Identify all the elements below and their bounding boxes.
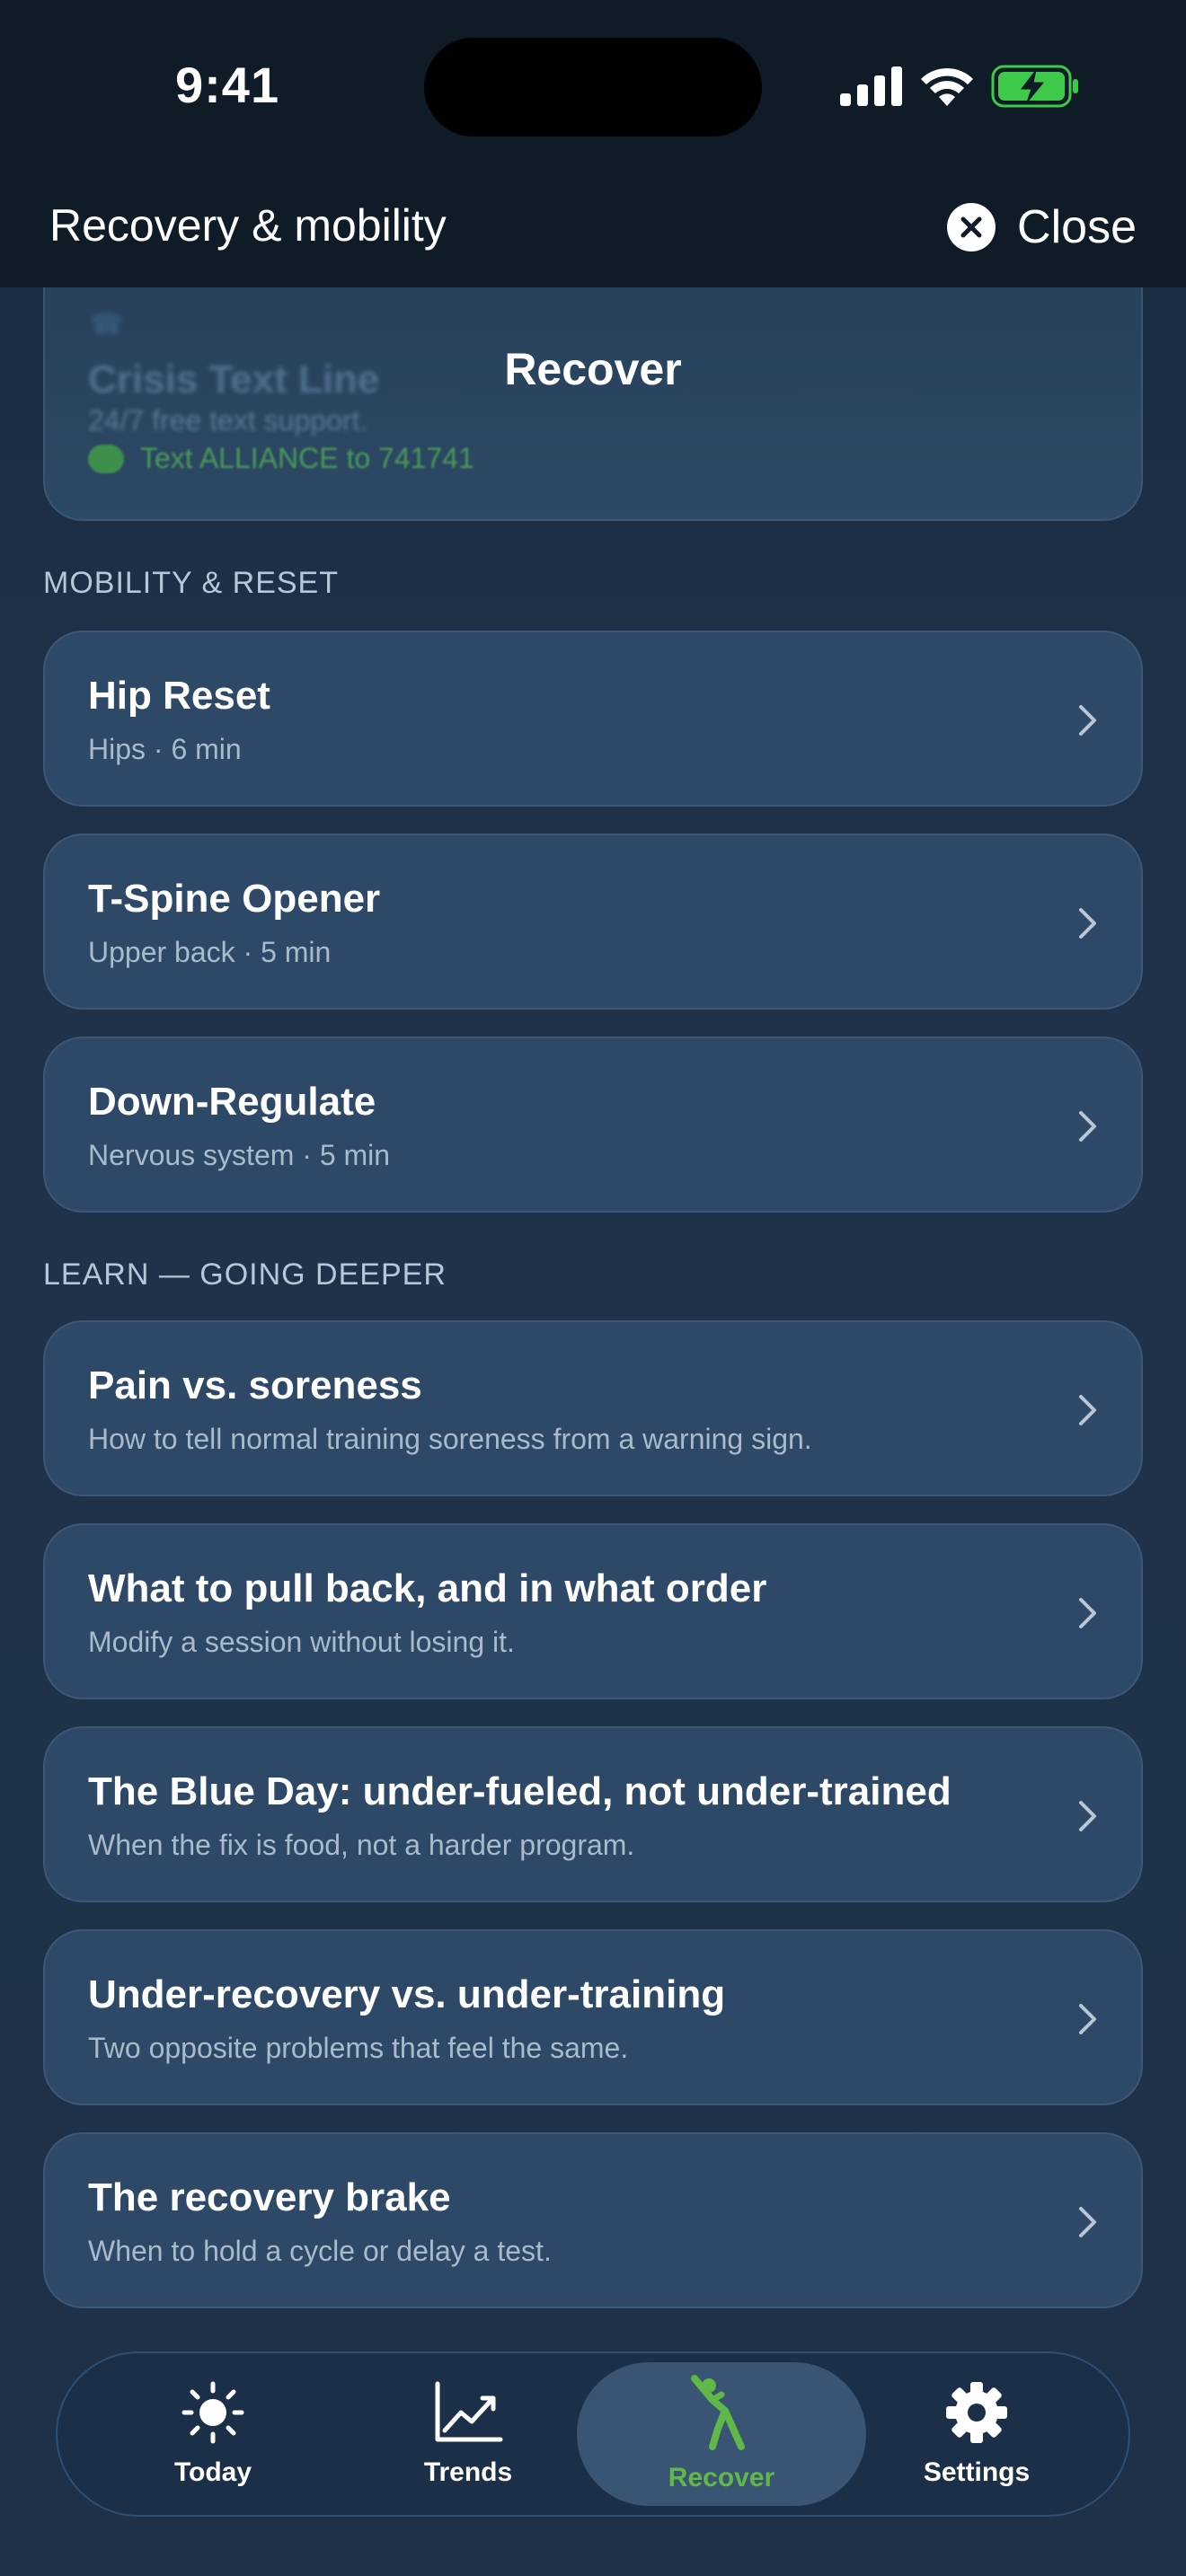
tab-label: Today — [173, 2457, 252, 2487]
sun-icon — [181, 2381, 244, 2444]
tab-label: Trends — [423, 2457, 513, 2487]
list-item-pain-vs-soreness[interactable]: Pain vs. soreness How to tell normal tra… — [43, 1320, 1143, 1496]
item-subtitle: Hips · 6 min — [88, 733, 242, 765]
chevron-right-icon — [1079, 1111, 1096, 1142]
close-button[interactable]: Close — [947, 196, 1137, 259]
status-time: 9:41 — [175, 57, 280, 113]
chevron-right-icon — [1079, 705, 1096, 736]
chevron-right-icon — [1079, 2207, 1096, 2237]
chevron-right-icon — [1079, 1801, 1096, 1831]
item-title: T-Spine Opener — [88, 877, 381, 921]
stretch-figure-icon — [691, 2375, 745, 2450]
item-title: Under-recovery vs. under-training — [88, 1972, 726, 2016]
tab-trends[interactable]: Trends — [323, 2362, 613, 2506]
item-subtitle: Upper back · 5 min — [88, 936, 332, 968]
section-label-mobility: MOBILITY & RESET — [43, 566, 340, 600]
item-title: The Blue Day: under-fueled, not under-tr… — [88, 1769, 951, 1813]
list-item-blue-day[interactable]: The Blue Day: under-fueled, not under-tr… — [43, 1726, 1143, 1902]
item-title: Pain vs. soreness — [88, 1363, 422, 1407]
item-subtitle: Nervous system · 5 min — [88, 1139, 391, 1171]
wifi-icon — [921, 67, 973, 106]
item-title: What to pull back, and in what order — [88, 1566, 767, 1610]
tab-settings[interactable]: Settings — [832, 2362, 1121, 2506]
list-item-recovery-brake[interactable]: The recovery brake When to hold a cycle … — [43, 2132, 1143, 2308]
chevron-right-icon — [1079, 1395, 1096, 1425]
item-title: The recovery brake — [88, 2175, 451, 2219]
chevron-right-icon — [1079, 1598, 1096, 1628]
list-item-hip-reset[interactable]: Hip Reset Hips · 6 min — [43, 631, 1143, 807]
dynamic-island — [424, 38, 762, 137]
crisis-text-action[interactable]: Text ALLIANCE to 741741 — [88, 442, 474, 475]
crisis-previous-line: ☎ — [90, 310, 124, 340]
close-label: Close — [1017, 201, 1137, 253]
list-item-what-to-pull-back[interactable]: What to pull back, and in what order Mod… — [43, 1523, 1143, 1699]
list-item-t-spine-opener[interactable]: T-Spine Opener Upper back · 5 min — [43, 834, 1143, 1010]
status-bar: 9:41 — [0, 0, 1186, 180]
tab-recover[interactable]: Recover — [577, 2362, 866, 2506]
list-item-down-regulate[interactable]: Down-Regulate Nervous system · 5 min — [43, 1037, 1143, 1213]
item-subtitle: When to hold a cycle or delay a test. — [88, 2235, 552, 2267]
scroll-content[interactable]: ☎ Crisis Text Line 24/7 free text suppor… — [0, 251, 1186, 2576]
item-subtitle: Two opposite problems that feel the same… — [88, 2032, 629, 2064]
sheet-title: Recovery & mobility — [49, 200, 447, 251]
top-bar: 9:41 Recovery & mobility Close — [0, 0, 1186, 287]
page-title: Recover — [504, 344, 682, 394]
chevron-right-icon — [1079, 908, 1096, 939]
tab-bar: Today Trends Recover Settings — [56, 2351, 1130, 2517]
gear-icon — [946, 2382, 1007, 2443]
chevron-right-icon — [1079, 2004, 1096, 2034]
cellular-signal-icon — [840, 66, 902, 106]
crisis-action-label: Text ALLIANCE to 741741 — [140, 442, 474, 474]
tab-label: Settings — [923, 2457, 1031, 2487]
trend-chart-icon — [435, 2381, 503, 2442]
sheet-header: Recovery & mobility Close — [0, 180, 1186, 287]
crisis-subtitle: 24/7 free text support. — [88, 404, 368, 437]
tab-label: Recover — [668, 2463, 775, 2492]
list-item-under-recovery[interactable]: Under-recovery vs. under-training Two op… — [43, 1929, 1143, 2105]
item-title: Hip Reset — [88, 674, 270, 718]
section-label-learn: LEARN — GOING DEEPER — [43, 1257, 447, 1292]
tab-today[interactable]: Today — [68, 2362, 358, 2506]
item-subtitle: Modify a session without losing it. — [88, 1626, 515, 1658]
item-subtitle: When the fix is food, not a harder progr… — [88, 1829, 635, 1861]
battery-charging-icon — [991, 65, 1078, 108]
chat-bubble-icon — [88, 444, 124, 473]
item-title: Down-Regulate — [88, 1080, 376, 1124]
close-icon — [947, 203, 996, 251]
item-subtitle: How to tell normal training soreness fro… — [88, 1423, 812, 1455]
